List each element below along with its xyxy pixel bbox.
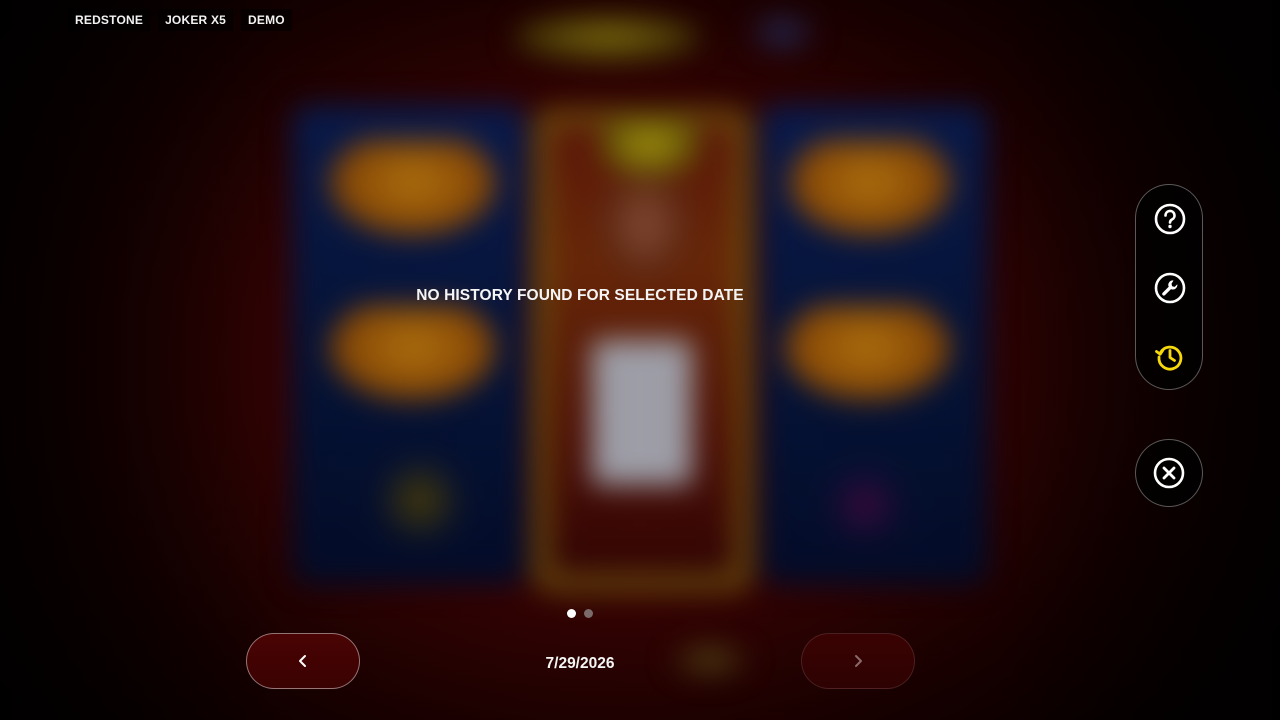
side-menu: [1135, 184, 1203, 390]
no-history-message: NO HISTORY FOUND FOR SELECTED DATE: [416, 287, 744, 304]
settings-button[interactable]: [1153, 271, 1187, 305]
wrench-icon: [1154, 272, 1186, 304]
reel-symbol: [790, 140, 950, 235]
help-icon: [1154, 203, 1186, 235]
pagination-dot-2[interactable]: [584, 609, 593, 618]
history-icon: [1155, 345, 1183, 371]
next-button[interactable]: [801, 633, 915, 689]
reel-symbol: [330, 140, 495, 235]
pagination-dots: [567, 609, 593, 618]
reel-symbol: [785, 305, 950, 400]
reel-symbol-joker: [600, 170, 690, 280]
logo-blur: [515, 15, 700, 60]
reel-symbol: [330, 305, 495, 400]
game-history-screen: REDSTONE JOKER X5 DEMO NO HISTORY FOUND …: [0, 0, 1280, 720]
mode-tag: DEMO: [241, 9, 292, 31]
chevron-right-icon: [855, 655, 862, 667]
history-button[interactable]: [1153, 340, 1187, 374]
close-icon: [1153, 457, 1185, 489]
pagination-dot-1[interactable]: [567, 609, 576, 618]
game-name-tag: JOKER X5: [158, 9, 234, 31]
previous-button[interactable]: [246, 633, 360, 689]
help-button[interactable]: [1153, 202, 1187, 236]
reel-symbol: [825, 465, 905, 545]
blurred-game-background: [0, 0, 1280, 720]
reel-symbol-card: [592, 340, 692, 485]
reel-symbol: [375, 455, 465, 545]
game-info-tags: REDSTONE JOKER X5 DEMO: [68, 9, 292, 31]
close-button[interactable]: [1135, 439, 1203, 507]
provider-tag: REDSTONE: [68, 9, 151, 31]
reel-symbol-top: [600, 115, 700, 175]
chevron-left-icon: [299, 655, 306, 667]
selected-date: 7/29/2026: [545, 655, 615, 672]
logo-blur-2: [745, 10, 820, 55]
